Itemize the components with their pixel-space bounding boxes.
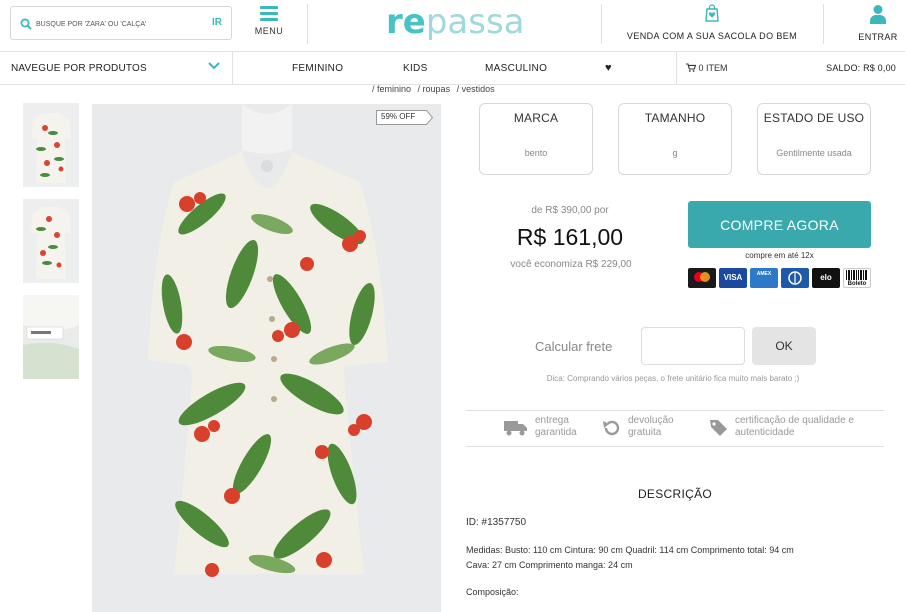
measures-line-1: Medidas: Busto: 110 cm Cintura: 90 cm Qu… <box>466 545 794 555</box>
attribute-title: TAMANHO <box>644 111 706 125</box>
payment-methods: VISA AMEX elo Boleto <box>688 268 878 288</box>
divider <box>601 4 602 44</box>
benefit-text: devolução gratuita <box>628 415 674 438</box>
search-input[interactable] <box>36 15 204 33</box>
savings-label: você economiza R$ 229,00 <box>510 259 632 270</box>
divider <box>676 52 677 85</box>
divider <box>307 4 308 44</box>
return-icon <box>603 420 620 436</box>
divider <box>232 52 233 85</box>
discount-badge: 59% OFF <box>376 110 434 125</box>
visa-icon: VISA <box>719 268 747 288</box>
breadcrumb-vestidos[interactable]: / vestidos <box>457 84 495 94</box>
thumbnail-front[interactable] <box>23 103 79 187</box>
menu-label: MENU <box>254 26 284 36</box>
balance-label: SALDO: R$ 0,00 <box>826 63 896 73</box>
zip-code-input[interactable] <box>641 327 745 365</box>
benefit-text: entrega garantida <box>535 415 577 438</box>
attribute-condition: ESTADO DE USO Gentilmente usada <box>757 103 871 175</box>
search-go-button[interactable]: IR <box>212 17 222 28</box>
cart-icon <box>686 63 696 72</box>
amex-icon: AMEX <box>750 268 778 288</box>
mastercard-icon <box>688 268 716 288</box>
shipping-tip: Dica: Comprando vários peças, o frete un… <box>546 374 800 383</box>
cart-link[interactable]: 0 ITEM <box>686 63 728 73</box>
product-id: ID: #1357750 <box>466 517 527 528</box>
site-header: IR MENU repassa VENDA COM A SUA SACOLA D… <box>0 0 905 52</box>
attribute-title: MARCA <box>513 111 559 125</box>
menu-button[interactable]: MENU <box>250 4 288 44</box>
search-icon <box>20 18 32 30</box>
elo-icon: elo <box>812 268 840 288</box>
product-photo[interactable] <box>92 104 441 612</box>
breadcrumb-feminino[interactable]: / feminino <box>372 84 411 94</box>
nav-item-kids[interactable]: KIDS <box>403 63 428 74</box>
attribute-title: ESTADO DE USO <box>763 111 865 125</box>
buy-now-button[interactable]: COMPRE AGORA <box>688 201 871 248</box>
tag-icon <box>710 420 727 436</box>
shipping-label: Calcular frete <box>535 339 613 354</box>
attribute-brand: MARCA bento <box>479 103 593 175</box>
chevron-down-icon[interactable] <box>208 61 220 71</box>
cart-count: 0 ITEM <box>698 63 728 73</box>
breadcrumb: / feminino / roupas / vestidos <box>372 84 499 94</box>
attribute-size: TAMANHO g <box>618 103 732 175</box>
diners-icon <box>781 268 809 288</box>
current-price: R$ 161,00 <box>516 224 624 250</box>
attribute-value: g <box>672 148 678 158</box>
browse-products-dropdown[interactable]: NAVEGUE POR PRODUTOS <box>11 63 147 74</box>
description-title: DESCRIÇÃO <box>637 487 713 501</box>
nav-item-feminino[interactable]: FEMININO <box>292 63 343 74</box>
thumbnail-back[interactable] <box>23 199 79 283</box>
sell-with-bag-link[interactable]: VENDA COM A SUA SACOLA DO BEM <box>612 4 812 44</box>
benefit-text: certificação de qualidade e autenticidade <box>735 415 854 438</box>
user-icon <box>870 5 886 24</box>
hamburger-icon <box>260 6 278 21</box>
repassa-logo[interactable]: repassa <box>386 0 525 44</box>
heart-icon[interactable]: ♥ <box>605 62 612 74</box>
shipping-ok-button[interactable]: OK <box>752 327 816 365</box>
attribute-value: bento <box>524 148 548 158</box>
bag-icon <box>705 4 719 22</box>
login-button[interactable]: ENTRAR <box>852 4 904 44</box>
divider <box>823 4 824 44</box>
breadcrumb-roupas[interactable]: / roupas <box>418 84 451 94</box>
thumbnail-label[interactable] <box>23 295 79 379</box>
composition-label: Composição: <box>466 587 519 597</box>
old-price: de R$ 390,00 por <box>531 205 609 216</box>
login-label: ENTRAR <box>858 32 898 42</box>
sell-label: VENDA COM A SUA SACOLA DO BEM <box>626 31 798 41</box>
attribute-value: Gentilmente usada <box>776 148 852 158</box>
measures-line-2: Cava: 27 cm Comprimento manga: 24 cm <box>466 560 633 570</box>
nav-item-masculino[interactable]: MASCULINO <box>485 63 547 74</box>
category-nav: NAVEGUE POR PRODUTOS FEMININO KIDS MASCU… <box>0 52 905 85</box>
boleto-icon: Boleto <box>843 268 871 288</box>
truck-icon <box>504 421 527 436</box>
search-box[interactable]: IR <box>10 6 232 40</box>
installments-label: compre em até 12x <box>745 251 814 260</box>
benefits-bar: entrega garantida devolução gratuita certi… <box>466 410 884 447</box>
